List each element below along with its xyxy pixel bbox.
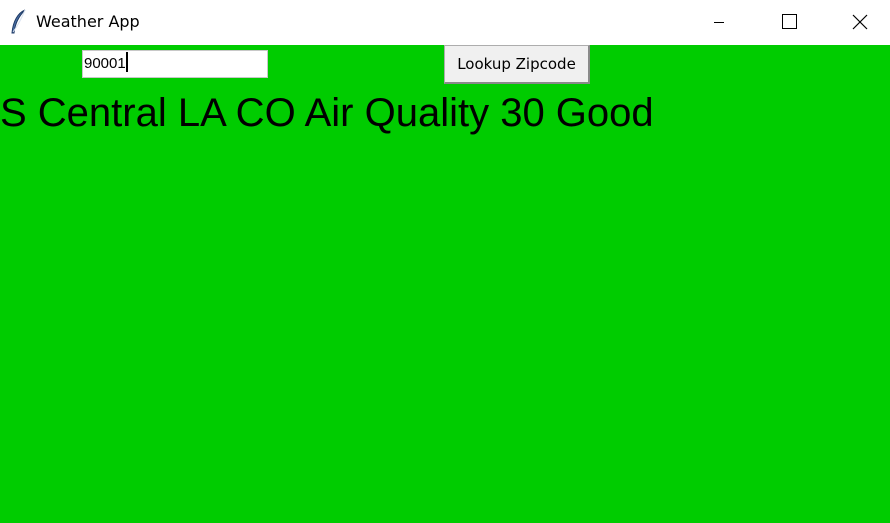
close-icon [852, 14, 868, 30]
close-button[interactable] [836, 0, 882, 45]
minimize-icon [714, 22, 724, 23]
maximize-icon [782, 14, 797, 29]
text-caret [125, 52, 128, 72]
title-bar[interactable]: Weather App [0, 0, 890, 45]
zipcode-input[interactable]: 90001 [82, 50, 268, 78]
main-content: 90001 Lookup Zipcode S Central LA CO Air… [0, 45, 890, 523]
minimize-button[interactable] [696, 0, 742, 45]
lookup-zipcode-button[interactable]: Lookup Zipcode [444, 45, 590, 84]
air-quality-result: S Central LA CO Air Quality 30 Good [0, 91, 654, 135]
maximize-button[interactable] [766, 0, 812, 45]
window-title: Weather App [36, 12, 140, 31]
feather-icon [10, 9, 28, 35]
zipcode-value: 90001 [84, 55, 126, 72]
app-window: Weather App 90001 Lookup Zipcode S Centr… [0, 0, 890, 523]
